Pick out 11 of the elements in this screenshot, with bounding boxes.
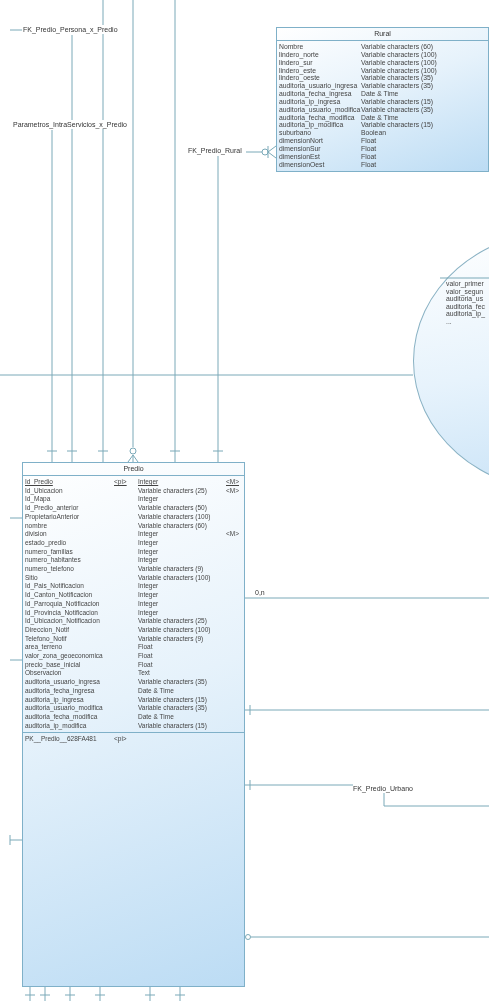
connector-line [174, 986, 186, 1001]
connector-line [94, 986, 106, 1001]
connector-line [9, 834, 23, 846]
connector-line [39, 986, 51, 1001]
connector-line [144, 986, 156, 1001]
connector-line [245, 145, 277, 159]
connector-line [24, 986, 36, 1001]
connector-line [9, 659, 23, 661]
connector-line [9, 517, 23, 519]
connector-line [9, 29, 23, 31]
connector-line [64, 986, 76, 1001]
